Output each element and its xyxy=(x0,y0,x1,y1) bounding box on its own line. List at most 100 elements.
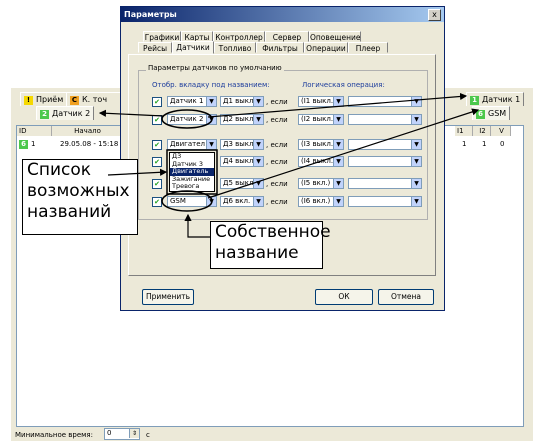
c-icon: C xyxy=(70,96,79,105)
if-text: , если xyxy=(266,116,288,124)
spin-arrows-icon[interactable]: ⇕ xyxy=(129,429,139,438)
tab-name-combo[interactable]: GSM ▼ xyxy=(167,196,217,207)
column-header-i2[interactable]: I2 xyxy=(473,126,491,136)
show-tab-checkbox[interactable]: ✔ xyxy=(152,140,162,150)
cell-i1: 1 xyxy=(462,140,467,148)
tab-operations[interactable]: Операции xyxy=(304,42,348,53)
chevron-down-icon[interactable]: ▼ xyxy=(333,179,343,188)
operation-combo[interactable]: ▼ xyxy=(348,178,422,189)
tab-name-combo[interactable]: Датчик 2 ▼ xyxy=(167,114,217,125)
chevron-down-icon[interactable]: ▼ xyxy=(411,140,421,149)
tab-server[interactable]: Сервер xyxy=(265,31,309,42)
group-title: Параметры датчиков по умолчанию xyxy=(146,64,284,72)
chevron-down-icon[interactable]: ▼ xyxy=(206,97,216,106)
condition-combo[interactable]: (I6 вкл.) ▼ xyxy=(298,196,344,207)
column-header-id[interactable]: ID xyxy=(17,126,52,136)
tab-sensor-1[interactable]: 1 Датчик 1 xyxy=(466,92,525,106)
sensor-state-combo[interactable]: Д6 вкл. ▼ xyxy=(220,196,264,207)
if-text: , если xyxy=(266,98,288,106)
cell-v: 0 xyxy=(500,140,505,148)
chevron-down-icon[interactable]: ▼ xyxy=(253,115,263,124)
column-header-v[interactable]: V xyxy=(491,126,511,136)
operation-combo[interactable]: ▼ xyxy=(348,196,422,207)
warning-icon: ! xyxy=(24,96,33,105)
close-icon[interactable]: x xyxy=(428,9,441,21)
sensor-state-value: Д5 выкл. xyxy=(223,179,256,187)
sensor-state-value: Д2 выкл. xyxy=(223,115,256,123)
tab-player[interactable]: Плеер xyxy=(348,42,388,53)
if-text: , если xyxy=(266,141,288,149)
sensor-state-value: Д4 выкл. xyxy=(223,157,256,165)
chevron-down-icon[interactable]: ▼ xyxy=(253,140,263,149)
sensor-icon: 2 xyxy=(40,110,49,119)
sensor-state-combo[interactable]: Д3 выкл. ▼ xyxy=(220,139,264,150)
chevron-down-icon[interactable]: ▼ xyxy=(411,97,421,106)
chevron-down-icon[interactable]: ▼ xyxy=(411,179,421,188)
chevron-down-icon[interactable]: ▼ xyxy=(253,179,263,188)
sensor-state-combo[interactable]: Д1 выкл. ▼ xyxy=(220,96,264,107)
condition-value: (I4 выкл.) xyxy=(301,157,336,165)
condition-combo[interactable]: (I4 выкл.) ▼ xyxy=(298,156,344,167)
chevron-down-icon[interactable]: ▼ xyxy=(333,157,343,166)
tab-controller[interactable]: Контроллер xyxy=(213,31,265,42)
condition-combo[interactable]: (I1 выкл.) ▼ xyxy=(298,96,344,107)
condition-combo[interactable]: (I3 выкл.) ▼ xyxy=(298,139,344,150)
chevron-down-icon[interactable]: ▼ xyxy=(253,157,263,166)
tab-filters[interactable]: Фильтры xyxy=(256,42,304,53)
tab-notification[interactable]: Оповещение xyxy=(309,31,361,42)
ok-button[interactable]: ОК xyxy=(315,289,373,305)
tab-trips[interactable]: Рейсы xyxy=(138,42,172,53)
chevron-down-icon[interactable]: ▼ xyxy=(333,97,343,106)
chevron-down-icon[interactable]: ▼ xyxy=(206,140,216,149)
tab-priem[interactable]: ! Приём xyxy=(20,92,68,106)
operation-combo[interactable]: ▼ xyxy=(348,139,422,150)
column-header-start[interactable]: Начало xyxy=(52,126,122,136)
chevron-down-icon[interactable]: ▼ xyxy=(411,197,421,206)
cancel-button[interactable]: Отмена xyxy=(378,289,434,305)
show-tab-checkbox[interactable]: ✔ xyxy=(152,179,162,189)
chevron-down-icon[interactable]: ▼ xyxy=(333,115,343,124)
operation-combo[interactable]: ▼ xyxy=(348,96,422,107)
table-row[interactable]: 61 xyxy=(19,139,35,149)
chevron-down-icon[interactable]: ▼ xyxy=(333,197,343,206)
tab-sensor-2[interactable]: 2 Датчик 2 xyxy=(36,106,95,120)
min-time-input[interactable]: 0 ⇕ xyxy=(104,428,140,440)
chevron-down-icon[interactable]: ▼ xyxy=(411,157,421,166)
condition-value: (I1 выкл.) xyxy=(301,97,336,105)
if-text: , если xyxy=(266,180,288,188)
condition-combo[interactable]: (I2 выкл.) ▼ xyxy=(298,114,344,125)
column-header-display-name: Отобр. вкладку под названием: xyxy=(152,81,270,89)
dropdown-option[interactable]: Тревога xyxy=(172,182,214,191)
sensor-icon: 6 xyxy=(476,110,485,119)
sensor-state-combo[interactable]: Д2 выкл. ▼ xyxy=(220,114,264,125)
tab-fuel[interactable]: Топливо xyxy=(214,42,256,53)
chevron-down-icon[interactable]: ▼ xyxy=(206,197,216,206)
name-dropdown-list[interactable]: Д3 Датчик 3 Двигатель Зажигание Тревога xyxy=(169,152,215,192)
sensor-state-value: Д6 вкл. xyxy=(223,197,251,205)
chevron-down-icon[interactable]: ▼ xyxy=(253,97,263,106)
tab-gsm[interactable]: 6 GSM xyxy=(472,106,511,120)
tab-sensors[interactable]: Датчики xyxy=(172,41,214,54)
apply-button[interactable]: Применить xyxy=(142,289,194,305)
tab-name-combo[interactable]: Двигател ▼ xyxy=(167,139,217,150)
operation-combo[interactable]: ▼ xyxy=(348,114,422,125)
tab-k-tochki[interactable]: C К. точ xyxy=(66,92,124,106)
show-tab-checkbox[interactable]: ✔ xyxy=(152,97,162,107)
chevron-down-icon[interactable]: ▼ xyxy=(411,115,421,124)
sensor-state-combo[interactable]: Д4 выкл. ▼ xyxy=(220,156,264,167)
operation-combo[interactable]: ▼ xyxy=(348,156,422,167)
condition-combo[interactable]: (I5 вкл.) ▼ xyxy=(298,178,344,189)
callout-own-name: Собственное название xyxy=(210,221,331,269)
show-tab-checkbox[interactable]: ✔ xyxy=(152,115,162,125)
sensor-state-combo[interactable]: Д5 выкл. ▼ xyxy=(220,178,264,189)
show-tab-checkbox[interactable]: ✔ xyxy=(152,157,162,167)
column-header-i1[interactable]: I1 xyxy=(455,126,473,136)
sensor-icon: 6 xyxy=(19,140,28,149)
dialog-title: Параметры xyxy=(121,7,444,22)
tab-name-combo[interactable]: Датчик 1 ▼ xyxy=(167,96,217,107)
show-tab-checkbox[interactable]: ✔ xyxy=(152,197,162,207)
chevron-down-icon[interactable]: ▼ xyxy=(253,197,263,206)
chevron-down-icon[interactable]: ▼ xyxy=(333,140,343,149)
chevron-down-icon[interactable]: ▼ xyxy=(206,115,216,124)
tab-name-value: GSM xyxy=(170,197,186,205)
